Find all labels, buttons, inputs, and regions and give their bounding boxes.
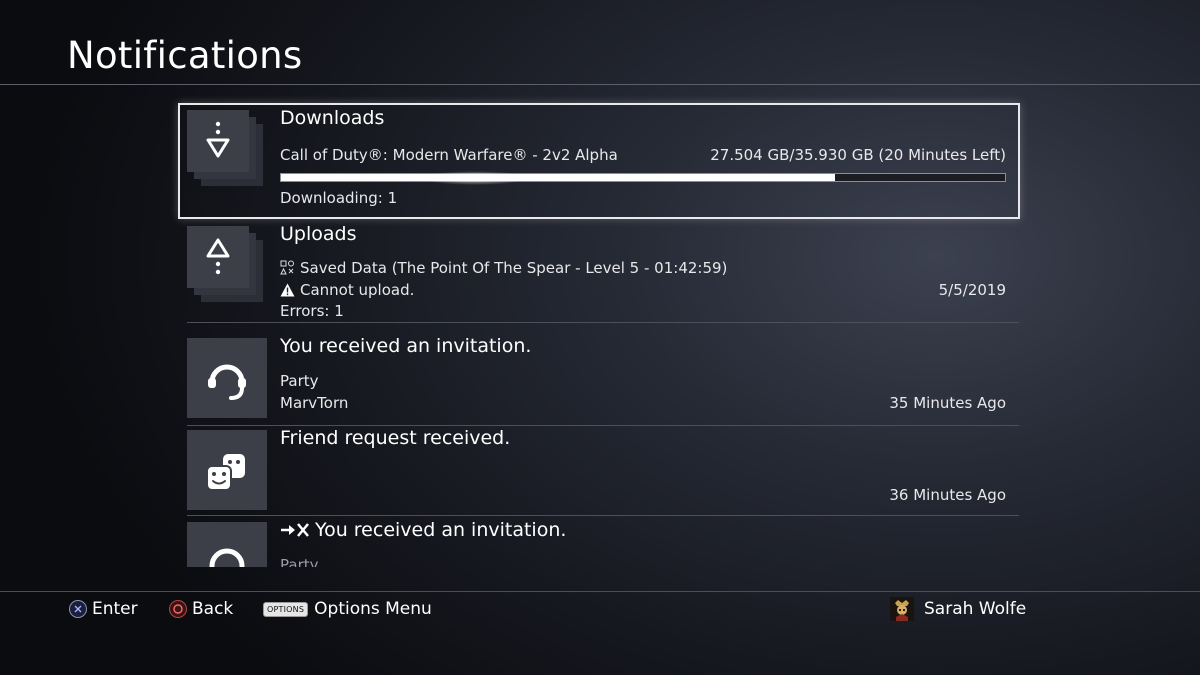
- notification-list[interactable]: Downloads Call of Duty®: Modern Warfare®…: [187, 110, 1019, 567]
- notification-invitation[interactable]: You received an invitation. Party: [187, 519, 1019, 567]
- upload-item-label: Saved Data (The Point Of The Spear - Lev…: [300, 259, 728, 277]
- download-status: Downloading: 1: [280, 189, 398, 207]
- download-size-progress: 27.504 GB/35.930 GB (20 Minutes Left): [710, 146, 1006, 164]
- item-divider: [187, 322, 1019, 323]
- options-label: Options Menu: [314, 599, 432, 619]
- notification-uploads[interactable]: Uploads Saved Data (The Point Of The Spe…: [187, 223, 1019, 323]
- invitation-type: Party: [280, 372, 319, 390]
- notification-title: Downloads: [280, 110, 385, 129]
- user-profile[interactable]: Sarah Wolfe: [890, 597, 1026, 621]
- download-progress-fill: [281, 174, 835, 181]
- upload-error-count: Errors: 1: [280, 302, 344, 320]
- notification-downloads[interactable]: Downloads Call of Duty®: Modern Warfare®…: [187, 110, 1019, 207]
- options-button-icon: OPTIONS: [263, 601, 309, 617]
- cross-play-icon: [281, 523, 309, 537]
- header-divider: [0, 84, 1200, 85]
- avatar: [890, 597, 914, 621]
- enter-label: Enter: [92, 599, 138, 619]
- download-icon: [187, 110, 267, 190]
- notification-invitation[interactable]: You received an invitation. Party MarvTo…: [187, 335, 1019, 426]
- notification-time: 36 Minutes Ago: [889, 486, 1006, 504]
- enter-hint[interactable]: Enter: [69, 597, 138, 621]
- notification-title: You received an invitation.: [280, 519, 566, 541]
- circle-button-icon: [169, 600, 187, 618]
- item-divider: [187, 515, 1019, 516]
- back-label: Back: [192, 599, 234, 619]
- download-progress-bar: [280, 173, 1006, 182]
- upload-error-label: Cannot upload.: [300, 281, 415, 299]
- upload-error-message: Cannot upload.: [280, 281, 414, 299]
- page-title: Notifications: [67, 34, 303, 77]
- notification-friend-request[interactable]: Friend request received. 36 Minutes Ago: [187, 427, 1019, 516]
- options-hint[interactable]: OPTIONS Options Menu: [263, 597, 432, 621]
- upload-date: 5/5/2019: [938, 281, 1006, 299]
- back-hint[interactable]: Back: [169, 597, 233, 621]
- item-divider: [187, 425, 1019, 426]
- invitation-type: Party: [280, 556, 319, 567]
- headset-icon: [187, 522, 267, 567]
- notification-time: 35 Minutes Ago: [889, 394, 1006, 412]
- user-name: Sarah Wolfe: [924, 599, 1027, 619]
- notification-title: Friend request received.: [280, 427, 511, 449]
- friends-icon: [187, 430, 267, 510]
- footer-divider: [0, 591, 1200, 592]
- notification-title-text: You received an invitation.: [315, 519, 567, 541]
- saved-data-icon: [280, 260, 294, 275]
- notification-title: Uploads: [280, 223, 357, 245]
- upload-icon: [187, 226, 267, 306]
- cross-button-icon: [69, 600, 87, 618]
- notification-title: You received an invitation.: [280, 335, 532, 357]
- upload-item-name: Saved Data (The Point Of The Spear - Lev…: [280, 259, 727, 277]
- invitation-sender: MarvTorn: [280, 394, 349, 412]
- warning-icon: [280, 283, 295, 297]
- headset-icon: [187, 338, 267, 418]
- download-game-name: Call of Duty®: Modern Warfare® - 2v2 Alp…: [280, 146, 618, 164]
